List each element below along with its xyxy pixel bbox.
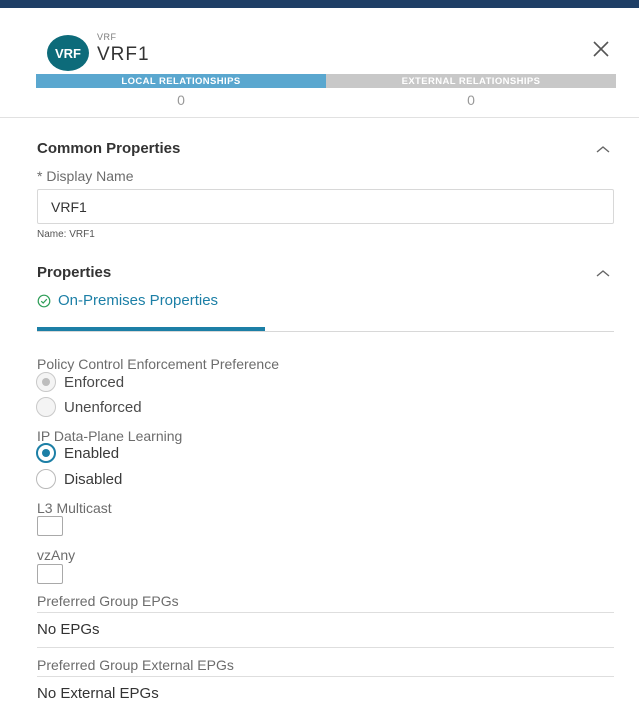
radio-disabled-control[interactable]	[36, 469, 56, 489]
l3-multicast-label: L3 Multicast	[37, 500, 112, 516]
tab-track-divider	[37, 331, 614, 332]
policy-control-label: Policy Control Enforcement Preference	[37, 356, 279, 372]
radio-enforced[interactable]: Enforced	[36, 371, 124, 393]
radio-enabled[interactable]: Enabled	[36, 442, 119, 464]
relationship-counts: 0 0	[36, 92, 616, 108]
preferred-group-epgs-label: Preferred Group EPGs	[37, 593, 179, 609]
header-divider	[0, 117, 639, 118]
radio-unenforced[interactable]: Unenforced	[36, 396, 142, 418]
vzany-label: vzAny	[37, 547, 76, 563]
common-properties-title: Common Properties	[37, 140, 181, 157]
relationship-tabs: LOCAL RELATIONSHIPS EXTERNAL RELATIONSHI…	[36, 74, 616, 88]
external-relationships-count: 0	[467, 92, 475, 108]
radio-enforced-label: Enforced	[64, 373, 125, 391]
radio-disabled[interactable]: Disabled	[36, 468, 122, 490]
radio-enabled-label: Enabled	[64, 444, 120, 462]
radio-disabled-label: Disabled	[64, 470, 123, 488]
preferred-group-external-epgs-label: Preferred Group External EPGs	[37, 657, 234, 673]
display-name-label: * Display Name	[37, 168, 134, 184]
page-title: VRF1	[97, 44, 150, 65]
preferred-group-epgs-divider	[37, 612, 614, 613]
preferred-group-external-epgs-divider	[37, 676, 614, 677]
tab-on-premises-properties[interactable]: On-Premises Properties	[37, 292, 218, 309]
radio-unenforced-label: Unenforced	[64, 398, 142, 416]
tab-local-relationships[interactable]: LOCAL RELATIONSHIPS	[36, 74, 326, 88]
preferred-group-external-epgs-value: No External EPGs	[37, 685, 159, 702]
check-circle-icon	[37, 294, 51, 307]
vzany-checkbox[interactable]	[37, 564, 63, 584]
tab-external-relationships[interactable]: EXTERNAL RELATIONSHIPS	[326, 74, 616, 88]
chevron-up-icon	[596, 270, 610, 277]
on-premises-properties-label: On-Premises Properties	[58, 292, 219, 309]
properties-title: Properties	[37, 264, 112, 281]
local-relationships-count: 0	[177, 92, 185, 108]
top-bar	[0, 0, 639, 8]
name-help-text: Name: VRF1	[37, 229, 95, 240]
close-icon	[593, 41, 609, 57]
radio-unenforced-control[interactable]	[36, 397, 56, 417]
preferred-group-epgs-value: No EPGs	[37, 621, 100, 638]
collapse-common-properties-button[interactable]	[593, 142, 613, 156]
close-button[interactable]	[588, 36, 614, 62]
preferred-group-epgs-bottom-divider	[37, 647, 614, 648]
collapse-properties-button[interactable]	[593, 266, 613, 280]
radio-enabled-control[interactable]	[36, 443, 56, 463]
l3-multicast-checkbox[interactable]	[37, 516, 63, 536]
panel-header: VRF VRF VRF1	[0, 8, 639, 74]
radio-enforced-control[interactable]	[36, 372, 56, 392]
object-type-label: VRF	[97, 32, 117, 42]
chevron-up-icon	[596, 146, 610, 153]
vrf-avatar: VRF	[47, 35, 89, 71]
display-name-input[interactable]	[37, 189, 614, 224]
